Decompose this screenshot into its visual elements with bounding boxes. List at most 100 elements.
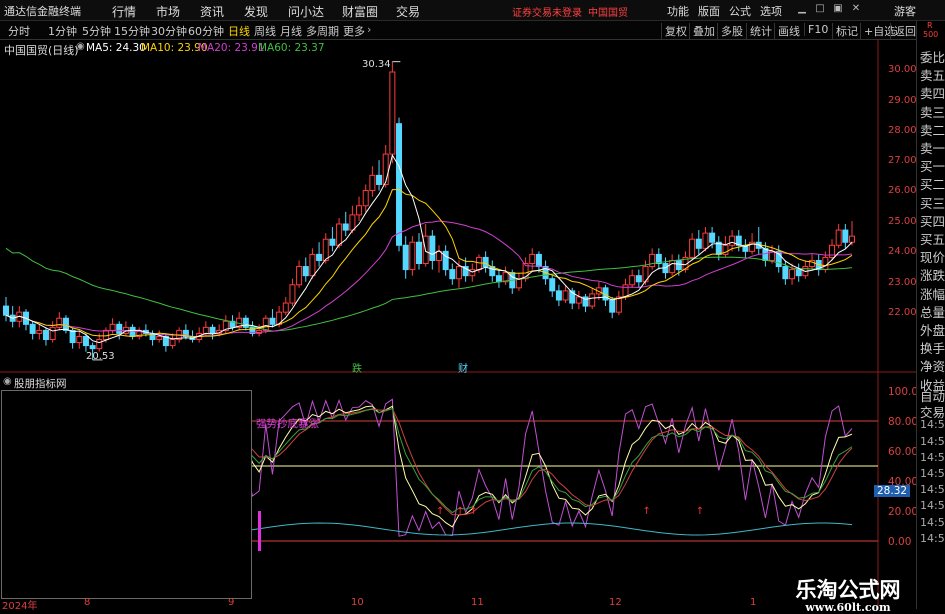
- candle-body: [709, 232, 716, 243]
- candle-body: [842, 229, 849, 243]
- period-multi[interactable]: 多周期: [306, 23, 339, 39]
- menu-xuanxiang[interactable]: 选项: [760, 3, 782, 19]
- quote-field-6: 买一: [920, 159, 945, 175]
- candle-body: [622, 284, 629, 298]
- trade-time-3: 14:56: [920, 434, 945, 448]
- period-monthly[interactable]: 月线: [280, 23, 302, 39]
- indicator-annotation: 强势抄底暴涨: [256, 418, 319, 430]
- candle-body: [296, 266, 303, 286]
- watermark-title: 乐淘公式网: [795, 577, 901, 602]
- menu-jiaoyi[interactable]: 交易: [396, 3, 420, 20]
- menu-hangqing[interactable]: 行情: [112, 3, 136, 20]
- candle-body: [169, 339, 176, 347]
- menu-gongneng[interactable]: 功能: [667, 3, 689, 19]
- tool-fuquan[interactable]: 复权: [661, 23, 687, 39]
- quote-field-12: 涨跌: [920, 268, 945, 284]
- event-marker-cai[interactable]: 财: [458, 360, 468, 375]
- candle-body: [575, 296, 582, 304]
- app-title: 通达信金融终端: [4, 5, 81, 18]
- candle-body: [389, 71, 396, 155]
- quote-field-8: 买三: [920, 195, 945, 211]
- candle-body: [695, 238, 702, 249]
- indicator-tick: 100.0: [888, 386, 919, 398]
- tool-f10[interactable]: F10: [804, 23, 828, 36]
- buy-arrow-icon: ↑: [456, 506, 464, 517]
- date-tick: 11: [471, 597, 484, 608]
- period-30min[interactable]: 30分钟: [151, 23, 187, 39]
- menu-shichang[interactable]: 市场: [156, 3, 180, 20]
- period-daily[interactable]: 日线: [228, 23, 250, 39]
- tool-diejia[interactable]: 叠加: [689, 23, 715, 39]
- event-marker-die[interactable]: 跌: [352, 360, 362, 375]
- candle-body: [342, 223, 349, 231]
- date-tick: 2024年: [2, 601, 38, 612]
- more-chevron-icon[interactable]: ›: [367, 23, 371, 36]
- period-weekly[interactable]: 周线: [254, 23, 276, 39]
- period-1min[interactable]: 1分钟: [48, 23, 77, 39]
- candle-body: [96, 339, 103, 350]
- tool-huaxian[interactable]: 画线: [774, 23, 800, 39]
- period-60min[interactable]: 60分钟: [188, 23, 224, 39]
- maximize-icon[interactable]: ▣: [832, 3, 844, 15]
- candle-body: [835, 229, 842, 246]
- quote-field-7: 买二: [920, 177, 945, 193]
- indicator-options-icon[interactable]: ◉: [3, 376, 12, 387]
- candle-body: [316, 253, 323, 261]
- close-icon[interactable]: ✕: [850, 3, 862, 15]
- menu-gongshi[interactable]: 公式: [729, 3, 751, 19]
- price-tick: 28.00: [888, 125, 917, 136]
- chart-title: 中国国贸(日线): [4, 44, 79, 57]
- quote-field-3: 卖三: [920, 104, 945, 120]
- candle-body: [129, 326, 136, 337]
- trade-time-7: 14:56: [920, 499, 945, 513]
- candle-body: [429, 235, 436, 261]
- indicator-title[interactable]: 股朋指标网: [14, 376, 67, 391]
- price-tick: 24.00: [888, 246, 917, 257]
- tool-biaoji[interactable]: 标记: [832, 23, 858, 39]
- restore-icon[interactable]: □: [814, 3, 826, 15]
- tool-duogu[interactable]: 多股: [717, 23, 743, 39]
- candle-body: [76, 335, 83, 344]
- tool-tongji[interactable]: 统计: [746, 23, 772, 39]
- indicator-popup-panel[interactable]: [1, 390, 252, 599]
- menu-bar: 通达信金融终端 行情 市场 资讯 发现 问小达 财富圈 交易 证券交易未登录 中…: [0, 0, 945, 21]
- menu-wenxiaoda[interactable]: 问小达: [288, 3, 324, 20]
- menu-banmian[interactable]: 版面: [698, 3, 720, 19]
- panel-r-label: R: [927, 21, 933, 30]
- menu-faxian[interactable]: 发现: [244, 3, 268, 20]
- ma5-label: MA5: 24.30: [86, 42, 146, 54]
- tool-back[interactable]: 返回: [890, 23, 916, 39]
- candle-body: [336, 223, 343, 246]
- price-tick: 22.00: [888, 307, 917, 318]
- chart-options-icon[interactable]: ◉: [76, 41, 85, 52]
- quote-field-14: 总量: [920, 304, 945, 320]
- period-15min[interactable]: 15分钟: [114, 23, 150, 39]
- menu-zixun[interactable]: 资讯: [200, 3, 224, 20]
- date-tick: 8: [84, 597, 91, 608]
- candle-body: [29, 323, 36, 334]
- quote-field-9: 买四: [920, 213, 945, 229]
- candle-body: [409, 241, 416, 271]
- quote-field-1: 卖五: [920, 68, 945, 84]
- period-5min[interactable]: 5分钟: [82, 23, 111, 39]
- ma10-line: [5, 189, 853, 338]
- candle-body: [262, 317, 269, 331]
- login-status[interactable]: 证券交易未登录: [512, 4, 582, 19]
- quote-field-2: 卖四: [920, 86, 945, 102]
- period-toolbar: 分时 1分钟 5分钟 15分钟 30分钟 60分钟 日线 周线 月线 多周期 更…: [0, 21, 916, 40]
- candle-body: [849, 235, 855, 243]
- candle-body: [609, 299, 616, 313]
- candle-body: [635, 275, 642, 283]
- guest-user[interactable]: 游客: [894, 3, 916, 19]
- candle-body: [702, 232, 709, 249]
- period-fenshi[interactable]: 分时: [8, 23, 30, 39]
- candle-body: [829, 244, 836, 258]
- quote-field-4: 卖二: [920, 122, 945, 138]
- candle-body: [482, 256, 489, 268]
- date-tick: 10: [351, 597, 364, 608]
- menu-caifuquan[interactable]: 财富圈: [342, 3, 378, 20]
- quote-field-11: 现价: [920, 250, 945, 266]
- minimize-icon[interactable]: ▁: [796, 3, 808, 15]
- indicator-tick: 80.00: [888, 416, 919, 428]
- period-more[interactable]: 更多: [343, 23, 365, 39]
